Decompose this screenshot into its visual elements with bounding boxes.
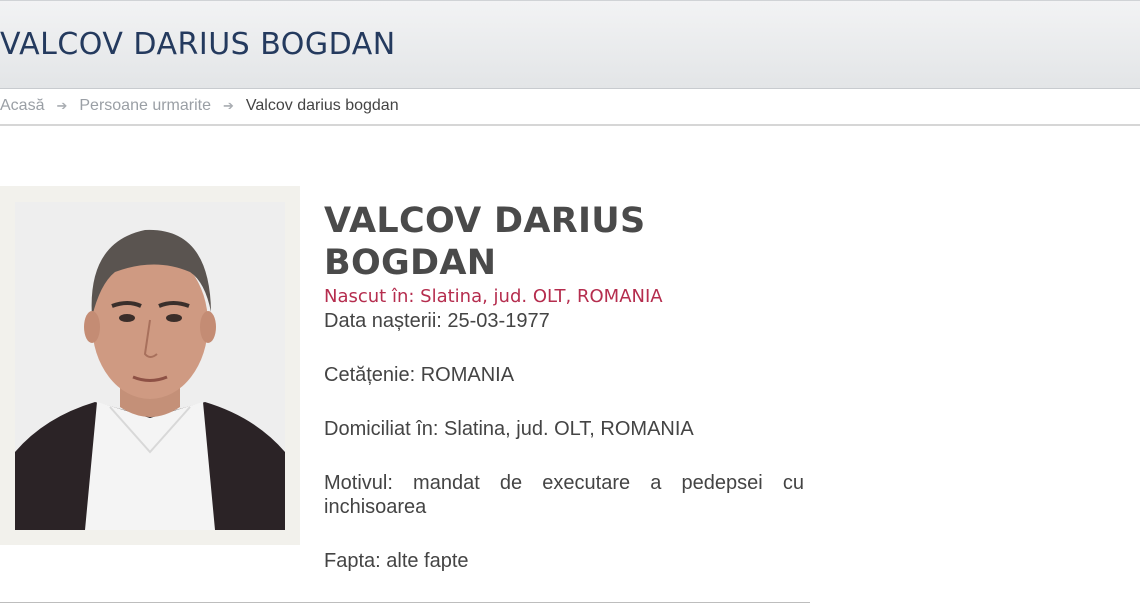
- breadcrumb-current: Valcov darius bogdan: [245, 97, 399, 114]
- breadcrumb-home-link[interactable]: Acasă: [0, 97, 44, 114]
- arrow-right-icon: ➔: [223, 98, 234, 113]
- person-photo: [15, 202, 285, 530]
- breadcrumb-divider: [0, 124, 1140, 126]
- page-title: VALCOV DARIUS BOGDAN: [0, 27, 396, 62]
- offense: Fapta: alte fapte: [324, 550, 469, 572]
- person-name: VALCOV DARIUS BOGDAN: [324, 201, 646, 283]
- person-info: VALCOV DARIUS BOGDAN Nascut în: Slatina,…: [324, 200, 804, 309]
- residence: Domiciliat în: Slatina, jud. OLT, ROMANI…: [324, 418, 694, 440]
- page-header: VALCOV DARIUS BOGDAN: [0, 0, 1140, 89]
- warrant-reason: Motivul: mandat de executare a pedepsei …: [324, 472, 804, 518]
- arrow-right-icon: ➔: [56, 98, 68, 113]
- breadcrumb-wanted-persons-link[interactable]: Persoane urmarite: [79, 97, 211, 114]
- birth-date: Data nașterii: 25-03-1977: [324, 310, 550, 332]
- content-divider: [0, 602, 810, 603]
- person-photo-frame: [0, 186, 300, 545]
- breadcrumb: Acasă ➔ Persoane urmarite ➔ Valcov darius bo…: [0, 95, 1140, 121]
- citizenship: Cetățenie: ROMANIA: [324, 364, 515, 386]
- person-birthplace: Nascut în: Slatina, jud. OLT, ROMANIA: [324, 286, 663, 307]
